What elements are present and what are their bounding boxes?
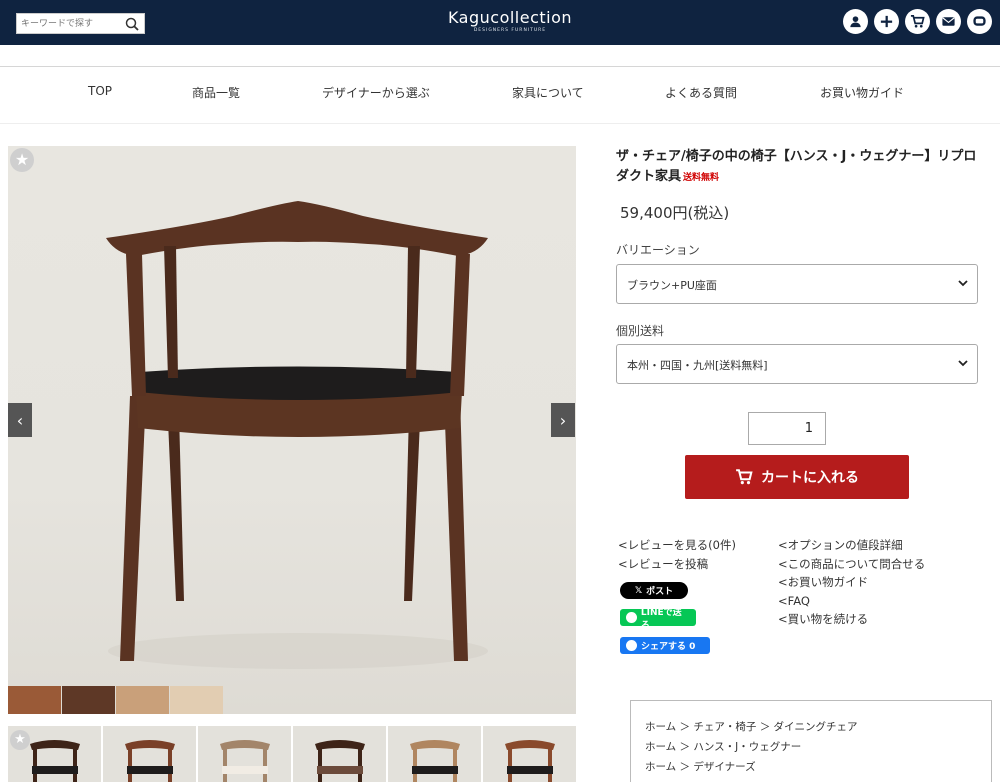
thumbnail-6[interactable] [483,726,576,782]
swatch-walnut-dark[interactable] [62,686,115,714]
star-icon[interactable]: ★ [10,730,30,750]
variation-label: バリエーション [616,243,700,257]
product-title: ザ・チェア/椅子の中の椅子【ハンス・J・ウェグナー】リプロダクト家具 送料無料 [616,147,986,188]
swatch-walnut-light[interactable] [8,686,61,714]
post-review-link[interactable]: <レビューを投稿 [618,555,736,574]
thumbnail-5[interactable] [388,726,481,782]
free-shipping-badge: 送料無料 [683,173,720,183]
favorite-star-button[interactable]: ★ [8,146,36,174]
shipping-select[interactable]: 本州・四国・九州[送料無料] [616,344,978,384]
add-to-cart-button[interactable]: カートに入れる [685,455,909,499]
search-icon[interactable] [124,16,140,32]
nav-divider [0,123,1000,124]
nav-item-shopping-guide[interactable]: お買い物ガイド [820,84,904,101]
nav-item-about-furniture[interactable]: 家具について [512,84,584,101]
chevron-right-icon: › [559,410,567,430]
breadcrumb-row[interactable]: ホーム ＞ デザイナーズ [645,757,977,777]
main-nav: TOP 商品一覧 デザイナーから選ぶ 家具について よくある質問 お買い物ガイド [0,67,1000,123]
option-price-link[interactable]: <オプションの値段詳細 [778,536,925,555]
mail-icon[interactable] [936,9,961,34]
nav-item-designers[interactable]: デザイナーから選ぶ [322,84,430,101]
faq-link[interactable]: <FAQ [778,592,925,611]
logo-text: Kagucollection [447,8,573,27]
view-reviews-link[interactable]: <レビューを見る(0件) [618,536,736,555]
facebook-logo-icon [626,640,637,651]
thumbnail-strip: ★ [8,726,578,782]
line-share-button[interactable]: LINEで送る [620,608,696,631]
next-image-button[interactable]: › [551,403,575,437]
shipping-select-value: 本州・四国・九州[送料無料] [627,359,768,372]
plus-icon[interactable] [874,9,899,34]
product-main-image[interactable]: ★ ‹ › [8,146,576,714]
chat-icon[interactable] [967,9,992,34]
thumbnail-4[interactable] [293,726,386,782]
info-links: <オプションの値段詳細 <この商品について問合せる <お買い物ガイド <FAQ … [778,536,925,629]
x-logo-icon: 𝕏 [634,585,643,596]
chair-illustration [106,201,488,669]
breadcrumb-row[interactable]: ホーム ＞ チェア・椅子 ＞ ダイニングチェア [645,717,977,737]
inquiry-link[interactable]: <この商品について問合せる [778,555,925,574]
prev-image-button[interactable]: ‹ [8,403,32,437]
review-links: <レビューを見る(0件) <レビューを投稿 [618,536,736,573]
quantity-input[interactable]: 1 [748,412,826,445]
color-swatches [8,686,224,714]
user-icon[interactable] [843,9,868,34]
thumbnail-1[interactable]: ★ [8,726,101,782]
variation-select-value: ブラウン+PU座面 [627,279,717,292]
swatch-oak[interactable] [116,686,169,714]
variation-select[interactable]: ブラウン+PU座面 [616,264,978,304]
x-post-button[interactable]: 𝕏 ポスト [620,582,688,599]
product-title-text: ザ・チェア/椅子の中の椅子【ハンス・J・ウェグナー】リプロダクト家具 [616,149,977,184]
cart-icon [736,469,753,485]
continue-shopping-link[interactable]: <買い物を続ける [778,610,925,629]
header-icons [843,9,992,34]
chevron-down-icon [958,360,968,367]
site-logo[interactable]: Kagucollection DESIGNERS FURNITURE [420,8,600,33]
nav-item-top[interactable]: TOP [88,84,112,98]
line-logo-icon [626,612,637,623]
shopping-guide-link[interactable]: <お買い物ガイド [778,573,925,592]
search-input[interactable] [21,16,121,32]
search-box[interactable] [16,13,145,34]
chevron-left-icon: ‹ [16,410,24,430]
nav-item-faq[interactable]: よくある質問 [665,84,737,101]
product-price: 59,400円(税込) [620,204,730,222]
thumbnail-2[interactable] [103,726,196,782]
shipping-label: 個別送料 [616,324,665,338]
chevron-down-icon [958,280,968,287]
nav-item-products[interactable]: 商品一覧 [192,84,240,101]
breadcrumb: ホーム ＞ チェア・椅子 ＞ ダイニングチェア ホーム ＞ ハンス・J・ウェグナ… [630,700,992,782]
breadcrumb-row[interactable]: ホーム ＞ ハンス・J・ウェグナー [645,737,977,757]
logo-subtext: DESIGNERS FURNITURE [473,28,547,33]
x-post-label: ポスト [646,587,674,597]
cart-icon[interactable] [905,9,930,34]
top-header-bar: Kagucollection DESIGNERS FURNITURE [0,0,1000,45]
line-share-label: LINEで送る [640,607,682,631]
star-icon: ★ [10,148,34,172]
thumbnail-3[interactable] [198,726,291,782]
facebook-share-button[interactable]: シェアする 0 [620,637,710,654]
swatch-ash[interactable] [170,686,223,714]
facebook-share-label: シェアする 0 [641,642,696,652]
add-to-cart-label: カートに入れる [761,470,859,486]
